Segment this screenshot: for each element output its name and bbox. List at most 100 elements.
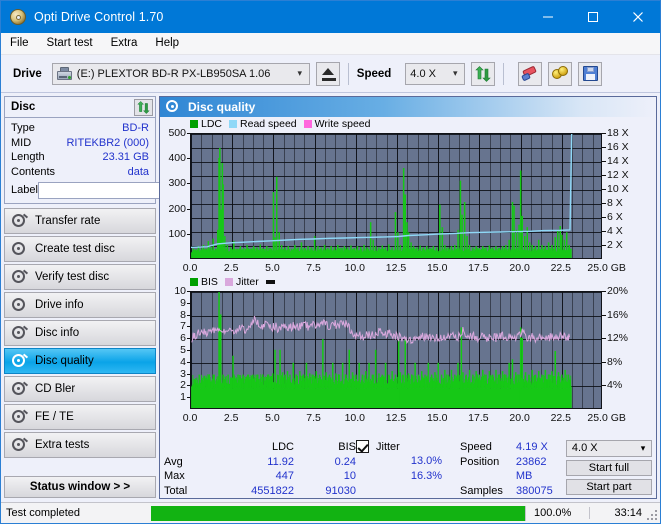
disc-row-type: Type BD-R [11,121,149,136]
sidebar-item-label: CD Bler [35,383,76,395]
bis-chart-y2tick: 8% [607,355,623,368]
disc-row-length-value: 23.31 GB [102,151,149,163]
bis-chart-ytick: 5 [180,344,186,356]
ldc-chart-y2tick: 10 X [607,183,629,195]
coins-button[interactable] [548,61,573,86]
bis-chart-y2tick: 4% [607,379,623,392]
sidebar-item-label: Extra tests [35,439,90,451]
ldc-chart-y2tick: 2 X [607,239,623,251]
sidebar-item-label: Transfer rate [35,215,101,227]
menu-start-test[interactable]: Start test [47,35,102,52]
sidebar-item-disc-info[interactable]: Disc info [4,320,156,346]
ldc-chart-ytick: 300 [168,177,186,190]
legend-swatch-ldc [190,120,198,128]
bis-chart-xtick: 12.5 [385,412,407,424]
charts-area: LDC Read speed Write speed 100 200 300 400 5… [160,117,656,498]
bis-chart-series [191,292,572,408]
stats-row-avg-ldc: 11.92 [267,455,294,468]
tick-mark [602,147,606,148]
speed-key: Speed [460,441,492,453]
save-button[interactable] [578,61,603,86]
tick-mark [602,385,606,387]
disc-row-mid-key: MID [11,136,32,149]
ldc-chart-xtick: 0.0 [182,262,198,274]
bis-chart: BIS Jitter 1 2 3 4 5 6 7 8 9 10 4% 8% 12% 16% 20% 0.0 2.… [160,275,656,425]
sidebar-item-transfer-rate[interactable]: Transfer rate [4,208,156,234]
jitter-avg-value: 13.0% [410,455,443,467]
bis-chart-ytick: 6 [180,332,186,345]
test-speed-select[interactable]: 4.0 X ▾ [565,440,652,457]
sidebar-item-disc-quality[interactable]: Disc quality [4,348,156,374]
ldc-chart-ytick: 200 [168,202,186,215]
ldc-plot-area[interactable]: 100 200 300 400 500 2 X 4 X 6 X 8 X 10 X 12 X 14 X 1… [160,117,656,275]
sidebar-item-drive-info[interactable]: Drive info [4,292,156,318]
eject-button[interactable] [315,61,340,86]
disc-quality-icon [12,353,29,369]
start-part-button[interactable]: Start part [565,478,652,496]
create-test-disc-icon [12,241,27,257]
ldc-chart-xtick: 22.5 [550,262,572,274]
tick-mark [602,231,606,232]
disc-row-type-key: Type [11,122,35,134]
ldc-chart-y2tick: 4 X [607,225,623,237]
tick-mark [602,189,606,190]
tick-mark [187,361,190,363]
tick-mark [602,245,606,246]
erase-button[interactable] [518,61,543,86]
drive-info-icon [12,297,27,313]
menu-extra[interactable]: Extra [111,35,147,52]
speed-value: 4.19 X [516,441,548,453]
legend-label-bis: BIS [201,276,218,288]
chevron-down-icon: ▾ [297,68,303,78]
start-full-button[interactable]: Start full [565,459,652,476]
ldc-chart-y2tick: 12 X [607,169,629,181]
legend-entry-bis: BIS [190,276,218,288]
ldc-chart-ytick: 400 [168,152,186,165]
stats-row-max-bis: 10 [343,470,356,482]
sidebar-nav: Transfer rate Create test disc Verify te… [4,208,156,460]
speed-label: Speed [356,67,392,80]
jitter-checkbox[interactable] [356,440,369,453]
disc-icon [9,8,27,26]
minimize-icon[interactable] [525,1,570,33]
legend-swatch-extra [265,280,275,284]
bis-plot-area[interactable]: 1 2 3 4 5 6 7 8 9 10 4% 8% 12% 16% 20% 0.0 2.5 5.0 7.5 10.0… [160,275,656,425]
ldc-chart-xtick: 17.5 [468,262,489,274]
refresh-button[interactable] [471,61,496,86]
sidebar-item-create-test-disc[interactable]: Create test disc [4,236,156,262]
ldc-chart-y2tick: 14 X [607,155,629,167]
legend-marker-extra [265,280,278,284]
tick-mark [602,161,606,162]
tick-mark [602,361,606,363]
sidebar-item-label: Disc quality [35,355,94,367]
sidebar-item-extra-tests[interactable]: Extra tests [4,432,156,458]
menu-help[interactable]: Help [155,35,188,52]
menu-file[interactable]: File [10,35,38,52]
disc-refresh-button[interactable] [134,98,153,116]
sidebar-item-verify-test-disc[interactable]: Verify test disc [4,264,156,290]
ldc-chart-y2tick: 16 X [607,141,629,153]
tick-mark [187,208,190,210]
bis-chart-xtick: 17.5 [468,412,489,424]
drive-icon [56,66,73,81]
stats-row-total: Total 4551822 91030 [164,484,356,499]
bis-chart-ytick: 3 [180,367,186,380]
maximize-icon[interactable] [570,1,615,33]
ldc-chart-xtick: 5.0 [265,262,280,274]
stats-row-avg-bis: 0.24 [334,455,356,468]
ldc-chart-xtick: 2.5 [223,262,239,274]
resize-grip[interactable] [647,510,657,520]
drive-select[interactable]: (E:) PLEXTOR BD-R PX-LB950SA 1.06 ▾ [51,62,310,85]
ldc-chart-y2tick: 8 X [607,197,623,209]
stats-table: LDC BIS Avg 11.92 0.24 Max 447 10 Total … [164,440,356,498]
jitter-checkbox-row[interactable]: Jitter [356,440,460,453]
sidebar-item-label: Disc info [35,327,80,339]
toolbar: Drive (E:) PLEXTOR BD-R PX-LB950SA 1.06 … [1,55,660,93]
progress-bar [151,505,526,521]
sidebar-item-fe-te[interactable]: FE / TE [4,404,156,430]
status-window-button[interactable]: Status window > > [4,476,156,498]
coins-icon [551,66,569,81]
sidebar-item-cd-bler[interactable]: CD Bler [4,376,156,402]
speed-select[interactable]: 4.0 X ▾ [405,62,466,85]
close-icon[interactable] [615,1,660,33]
